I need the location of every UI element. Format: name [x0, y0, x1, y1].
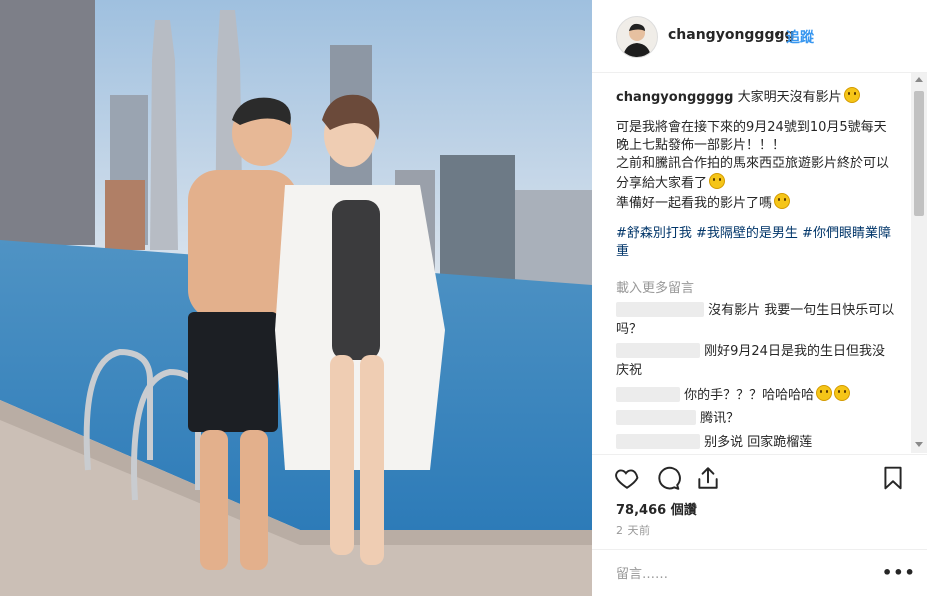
caption-para2-line2: 之前和騰訊合作拍的馬來西亞旅遊影片終於可以分享給大家看了	[616, 156, 890, 191]
comment-item: 别多说 回家跪榴莲	[616, 433, 896, 452]
redacted-username[interactable]	[616, 343, 700, 358]
comment-item: 刚好9月24日是我的生日但我没庆祝	[616, 342, 896, 380]
crying-face-icon	[843, 87, 860, 103]
comment-item: 你的手？？？哈哈哈哈	[616, 385, 896, 405]
caption-line1: 大家明天沒有影片	[737, 90, 842, 105]
caption-para2-line3: 準備好一起看我的影片了嗎	[616, 196, 773, 211]
share-icon[interactable]	[695, 465, 721, 491]
redacted-username[interactable]	[616, 387, 680, 402]
comments-scrollbar[interactable]	[911, 73, 927, 453]
redacted-username[interactable]	[616, 410, 696, 425]
redacted-username[interactable]	[616, 302, 704, 317]
comment-bubble-icon[interactable]	[655, 465, 681, 491]
comment-item: 沒有影片 我要一句生日快乐可以吗？	[616, 301, 896, 339]
follow-button[interactable]: 追蹤	[786, 27, 814, 47]
more-options-icon[interactable]: •••	[882, 563, 916, 582]
post-header: changyonggggg • 追蹤	[592, 0, 927, 73]
caption-para2-line1: 可是我將會在接下來的9月24號到10月5號每天晚上七點發佈一部影片！！！	[616, 120, 887, 153]
heart-icon[interactable]	[614, 465, 640, 491]
comment-item: 腾讯？	[616, 409, 896, 428]
avatar[interactable]	[616, 16, 658, 58]
laughing-face-icon	[834, 385, 851, 401]
redacted-username[interactable]	[616, 434, 700, 449]
add-comment-section: •••	[592, 549, 927, 598]
laughing-face-icon	[816, 385, 833, 401]
scroll-down-arrow-icon[interactable]	[915, 442, 923, 447]
crying-face-icon	[709, 173, 726, 189]
scrollbar-thumb[interactable]	[914, 91, 924, 216]
post-actions: 78,466 個讚 2 天前 •••	[592, 454, 927, 597]
comments-scroll-area[interactable]: changyonggggg 大家明天沒有影片 可是我將會在接下來的9月24號到1…	[592, 73, 912, 453]
caption-hashtags[interactable]: #舒森別打我 #我隔壁的是男生 #你們眼睛業障重	[616, 225, 896, 261]
like-count[interactable]: 78,466 個讚	[616, 499, 697, 518]
post-photo[interactable]	[0, 0, 592, 596]
comment-text: 你的手？？？哈哈哈哈	[684, 388, 815, 403]
scroll-up-arrow-icon[interactable]	[915, 77, 923, 82]
bookmark-icon[interactable]	[880, 465, 906, 491]
post-caption: changyonggggg 大家明天沒有影片 可是我將會在接下來的9月24號到1…	[616, 87, 896, 261]
load-more-comments-button[interactable]: 載入更多留言	[616, 277, 694, 296]
post-timestamp[interactable]: 2 天前	[616, 522, 651, 538]
comment-text: 腾讯？	[700, 411, 740, 426]
post-side-panel: changyonggggg • 追蹤 changyonggggg 大家明天沒有影…	[592, 0, 927, 596]
laughing-face-icon	[774, 193, 791, 209]
separator-dot: •	[773, 27, 782, 43]
comment-text: 别多说 回家跪榴莲	[704, 435, 813, 450]
caption-username[interactable]: changyonggggg	[616, 90, 733, 105]
add-comment-input[interactable]	[616, 564, 866, 584]
